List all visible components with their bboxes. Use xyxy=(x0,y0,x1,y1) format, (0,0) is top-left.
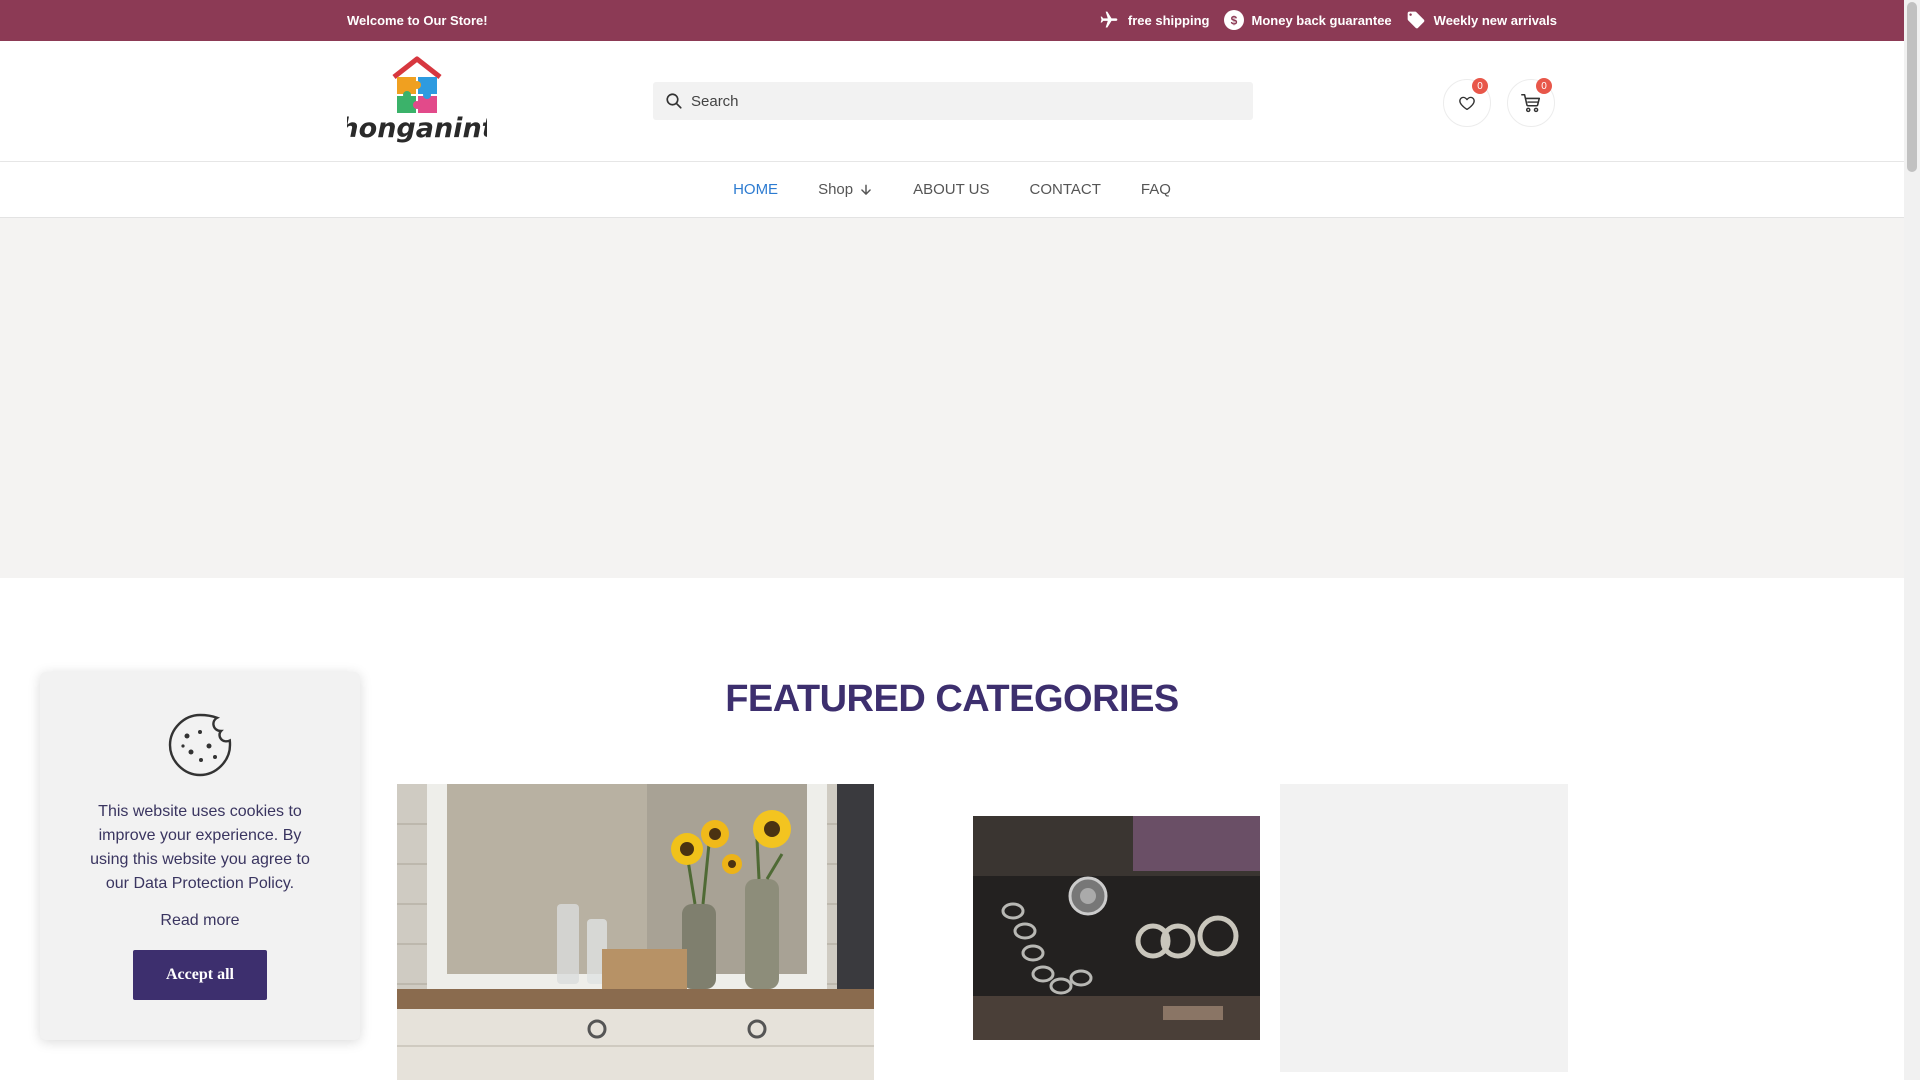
heart-icon xyxy=(1459,96,1475,111)
svg-text:$: $ xyxy=(1230,14,1237,28)
accept-all-button[interactable]: Accept all xyxy=(133,950,267,1000)
nav-item-contact[interactable]: CONTACT xyxy=(1030,181,1101,198)
perk-weekly-arrivals: Weekly new arrivals xyxy=(1406,10,1557,30)
perk-money-back: $ Money back guarantee xyxy=(1223,10,1392,30)
category-card-placeholder[interactable] xyxy=(1280,784,1568,1072)
nav-item-about-us[interactable]: ABOUT US xyxy=(913,181,989,198)
cart-button[interactable]: 0 xyxy=(1507,78,1555,127)
scrollbar-thumb[interactable] xyxy=(1907,2,1917,172)
perk-label: Money back guarantee xyxy=(1251,12,1392,28)
cookie-consent-panel: This website uses cookies to improve you… xyxy=(40,672,360,1040)
tag-icon xyxy=(1407,11,1424,29)
nav-item-faq[interactable]: FAQ xyxy=(1141,181,1171,198)
welcome-message: Welcome to Our Store! xyxy=(347,13,488,28)
perk-label: Weekly new arrivals xyxy=(1433,12,1557,28)
furniture-image xyxy=(397,784,874,1080)
nav-label: ABOUT US xyxy=(913,181,990,198)
nav-label: HOME xyxy=(733,181,779,198)
nav-label: FAQ xyxy=(1140,181,1171,198)
cookie-icon xyxy=(168,713,232,777)
logo-image: honganint xyxy=(339,56,496,144)
perk-free-shipping: free shipping xyxy=(1098,10,1210,30)
nav-item-shop[interactable]: Shop xyxy=(818,181,873,198)
hero-banner xyxy=(0,218,1904,578)
perk-label: free shipping xyxy=(1127,12,1210,28)
page-scrollbar[interactable] xyxy=(1904,0,1920,1080)
perks-list: free shipping $ Money back guarantee Wee… xyxy=(1098,10,1557,30)
cookie-message: This website uses cookies to improve you… xyxy=(90,803,310,892)
top-bar: Welcome to Our Store! free shipping $ Mo… xyxy=(0,0,1904,41)
logo-wordmark: honganint xyxy=(347,113,487,144)
dollar-icon: $ xyxy=(1223,10,1244,30)
plane-icon xyxy=(1100,11,1118,28)
store-logo[interactable]: honganint xyxy=(339,55,496,145)
search-input[interactable] xyxy=(691,92,1231,110)
wishlist-count-badge: 0 xyxy=(1472,78,1488,94)
read-more-link[interactable]: Read more xyxy=(40,912,360,930)
main-navigation: HOME Shop ABOUT US CONTACT FAQ xyxy=(0,162,1904,218)
category-card-jewelry[interactable] xyxy=(973,816,1260,1040)
search-bar[interactable] xyxy=(653,82,1253,120)
nav-item-home[interactable]: HOME xyxy=(733,181,778,198)
wishlist-button[interactable]: 0 xyxy=(1443,78,1491,127)
nav-label: CONTACT xyxy=(1029,181,1101,198)
cart-icon xyxy=(1521,93,1541,113)
arrow-down-icon xyxy=(861,184,871,195)
nav-label: Shop xyxy=(818,181,854,198)
jewelry-image xyxy=(973,816,1260,1040)
search-icon xyxy=(666,93,682,109)
cart-count-badge: 0 xyxy=(1536,78,1552,94)
category-card-furniture[interactable] xyxy=(397,784,874,1080)
site-header: honganint 0 0 xyxy=(0,41,1904,162)
